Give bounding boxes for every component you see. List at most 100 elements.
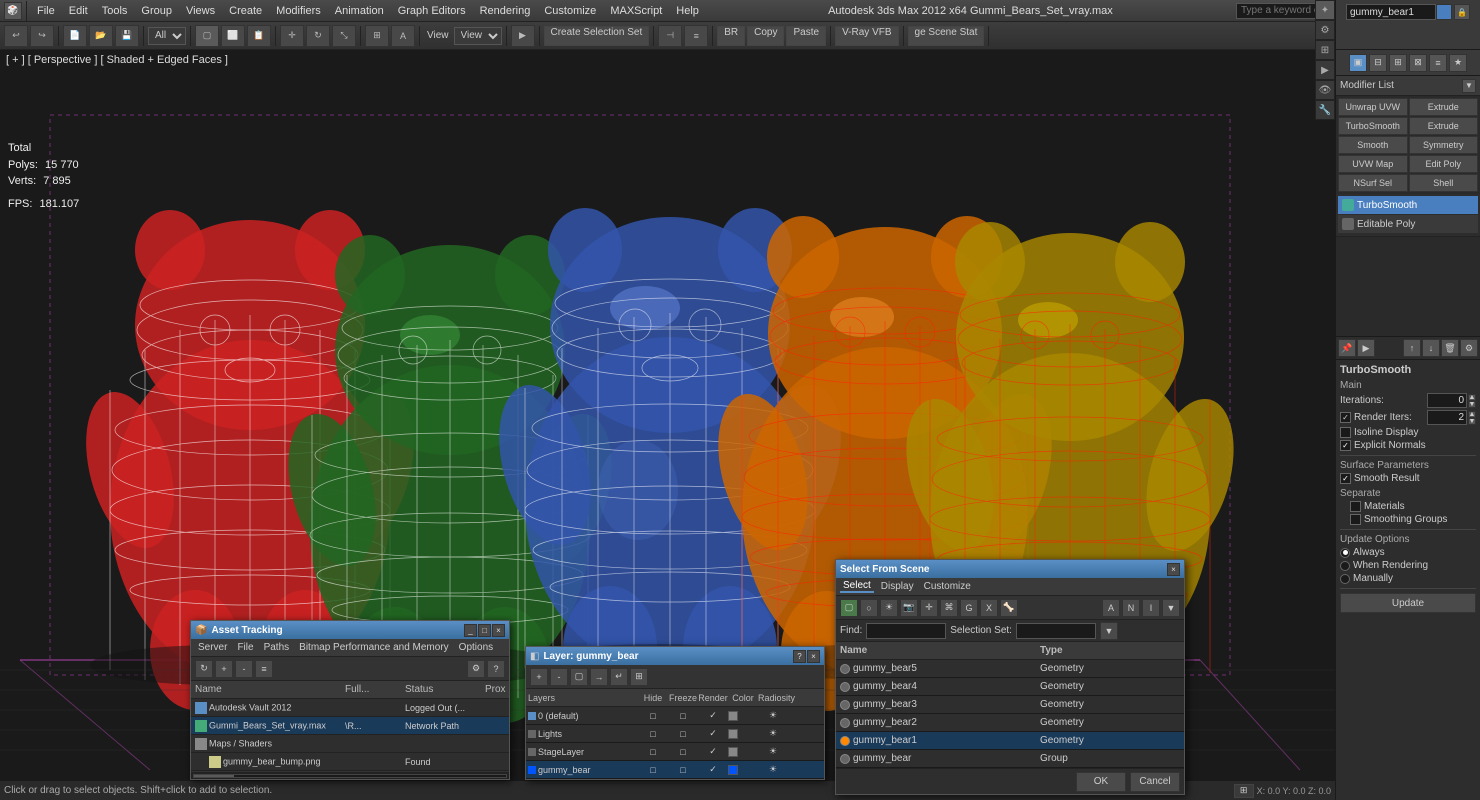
display-tab[interactable]: 👁 [1315, 80, 1335, 100]
utilities-tab[interactable]: 🔧 [1315, 100, 1335, 120]
layer-freeze-default[interactable]: □ [668, 711, 698, 721]
ts-update-btn[interactable]: Update [1340, 593, 1476, 613]
layer-render-lights[interactable]: ✓ [698, 728, 728, 739]
pin-stack-icon[interactable]: 📌 [1338, 339, 1356, 357]
create-tab[interactable]: ✦ [1315, 0, 1335, 20]
sfs-bones-btn[interactable]: 🦴 [1000, 599, 1018, 617]
sfs-spacewarps-btn[interactable]: ⌘ [940, 599, 958, 617]
menu-rendering[interactable]: Rendering [474, 3, 537, 19]
select-by-name-btn[interactable]: 📋 [247, 25, 271, 47]
br-btn[interactable]: BR [717, 26, 745, 46]
rotate-btn[interactable]: ↻ [306, 25, 330, 47]
ts-always-radio[interactable] [1340, 548, 1350, 558]
show-result-icon[interactable]: ▶ [1357, 339, 1375, 357]
new-scene-btn[interactable]: 📄 [63, 25, 87, 47]
asset-menu-bitmap[interactable]: Bitmap Performance and Memory [296, 642, 452, 653]
layer-row-stage[interactable]: StageLayer □ □ ✓ ☀ [526, 743, 824, 761]
ts-iterations-down[interactable]: ▼ [1468, 401, 1476, 408]
asset-row-max[interactable]: Gummi_Bears_Set_vray.max \R... Network P… [191, 717, 509, 735]
menu-tools[interactable]: Tools [96, 3, 134, 19]
app-icon[interactable]: 🎲 [4, 2, 22, 20]
stack-turbosmooth[interactable]: TurboSmooth [1338, 196, 1478, 214]
sfs-row-bear5[interactable]: gummy_bear5 Geometry [836, 660, 1184, 678]
menu-customize[interactable]: Customize [538, 3, 602, 19]
asset-scrollbar[interactable] [191, 771, 509, 779]
hierarchy-tab[interactable]: ⊞ [1315, 40, 1335, 60]
sfs-row-bear-group[interactable]: gummy_bear Group [836, 750, 1184, 768]
layer-hide-gummy[interactable]: □ [638, 765, 668, 775]
rp-icon-3[interactable]: ⊞ [1389, 54, 1407, 72]
scale-btn[interactable]: ⤡ [332, 25, 356, 47]
rp-icon-2[interactable]: ⊟ [1369, 54, 1387, 72]
sfs-lights-btn[interactable]: ☀ [880, 599, 898, 617]
sfs-xrefs-btn[interactable]: X [980, 599, 998, 617]
snap-btn[interactable]: ⊞ [365, 25, 389, 47]
asset-row-maps[interactable]: Maps / Shaders [191, 735, 509, 753]
asset-refresh-btn[interactable]: ↻ [195, 660, 213, 678]
sfs-geometry-btn[interactable]: ▢ [840, 599, 858, 617]
ts-explicit-normals-check[interactable] [1340, 440, 1351, 451]
paste-btn[interactable]: Paste [786, 26, 826, 46]
sfs-row-bear1[interactable]: gummy_bear1 Geometry [836, 732, 1184, 750]
layer-row-lights[interactable]: Lights □ □ ✓ ☀ [526, 725, 824, 743]
asset-help-btn[interactable]: ? [487, 660, 505, 678]
undo-btn[interactable]: ↩ [4, 25, 28, 47]
asset-menu-server[interactable]: Server [195, 642, 230, 653]
ts-iterations-up[interactable]: ▲ [1468, 394, 1476, 401]
ts-smooth-result-check[interactable] [1340, 473, 1351, 484]
stack-editable-poly[interactable]: Editable Poly [1338, 215, 1478, 233]
move-btn[interactable]: ✛ [280, 25, 304, 47]
asset-menu-options[interactable]: Options [456, 642, 496, 653]
save-btn[interactable]: 💾 [115, 25, 139, 47]
layer-merge-btn[interactable]: ⊞ [630, 668, 648, 686]
rp-icon-6[interactable]: ★ [1449, 54, 1467, 72]
layer-freeze-lights[interactable]: □ [668, 729, 698, 739]
layer-hide-lights[interactable]: □ [638, 729, 668, 739]
layer-render-stage[interactable]: ✓ [698, 746, 728, 757]
sfs-sel-set-input[interactable] [1016, 623, 1096, 639]
symmetry-btn[interactable]: Symmetry [1409, 136, 1479, 154]
sfs-invert-btn[interactable]: I [1142, 599, 1160, 617]
sfs-menu-customize[interactable]: Customize [921, 581, 974, 592]
menu-group[interactable]: Group [135, 3, 178, 19]
menu-maxscript[interactable]: MAXScript [604, 3, 668, 19]
layer-radiosity-default[interactable]: ☀ [758, 710, 788, 721]
layer-window-close[interactable]: × [807, 650, 820, 663]
layer-color-default[interactable] [728, 711, 758, 721]
rp-icon-4[interactable]: ⊠ [1409, 54, 1427, 72]
asset-tracking-minimize[interactable]: _ [464, 624, 477, 637]
redo-btn[interactable]: ↪ [30, 25, 54, 47]
sfs-row-bear2[interactable]: gummy_bear2 Geometry [836, 714, 1184, 732]
move-up-icon[interactable]: ↑ [1403, 339, 1421, 357]
rp-icon-5[interactable]: ≡ [1429, 54, 1447, 72]
layer-color-lights[interactable] [728, 729, 758, 739]
layer-enter-btn[interactable]: ↵ [610, 668, 628, 686]
layer-hide-default[interactable]: □ [638, 711, 668, 721]
angle-snap-btn[interactable]: A [391, 25, 415, 47]
sfs-ok-btn[interactable]: OK [1076, 772, 1126, 792]
sfs-row-bear4[interactable]: gummy_bear4 Geometry [836, 678, 1184, 696]
layer-render-default[interactable]: ✓ [698, 710, 728, 721]
layer-freeze-stage[interactable]: □ [668, 747, 698, 757]
configure-icon[interactable]: ⚙ [1460, 339, 1478, 357]
asset-tracking-maximize[interactable]: □ [478, 624, 491, 637]
sfs-close-btn[interactable]: × [1167, 563, 1180, 576]
turbosmooth-btn[interactable]: TurboSmooth [1338, 117, 1408, 135]
asset-list-view-btn[interactable]: ≡ [255, 660, 273, 678]
asset-row-png[interactable]: gummy_bear_bump.png Found [191, 753, 509, 771]
sfs-menu-select[interactable]: Select [840, 580, 874, 593]
asset-menu-file[interactable]: File [234, 642, 256, 653]
smooth-btn[interactable]: Smooth [1338, 136, 1408, 154]
menu-graph-editors[interactable]: Graph Editors [392, 3, 472, 19]
menu-modifiers[interactable]: Modifiers [270, 3, 327, 19]
delete-modifier-icon[interactable]: 🗑 [1441, 339, 1459, 357]
grid-toggle[interactable]: ⊞ [1234, 784, 1254, 798]
layer-hide-stage[interactable]: □ [638, 747, 668, 757]
asset-row-vault[interactable]: Autodesk Vault 2012 Logged Out (... [191, 699, 509, 717]
motion-tab[interactable]: ▶ [1315, 60, 1335, 80]
layer-color-gummy[interactable] [728, 765, 758, 775]
sfs-shapes-btn[interactable]: ○ [860, 599, 878, 617]
extrude-btn-1[interactable]: Extrude [1409, 98, 1479, 116]
layer-color-stage[interactable] [728, 747, 758, 757]
modifier-list-dropdown[interactable]: ▼ [1462, 79, 1476, 93]
